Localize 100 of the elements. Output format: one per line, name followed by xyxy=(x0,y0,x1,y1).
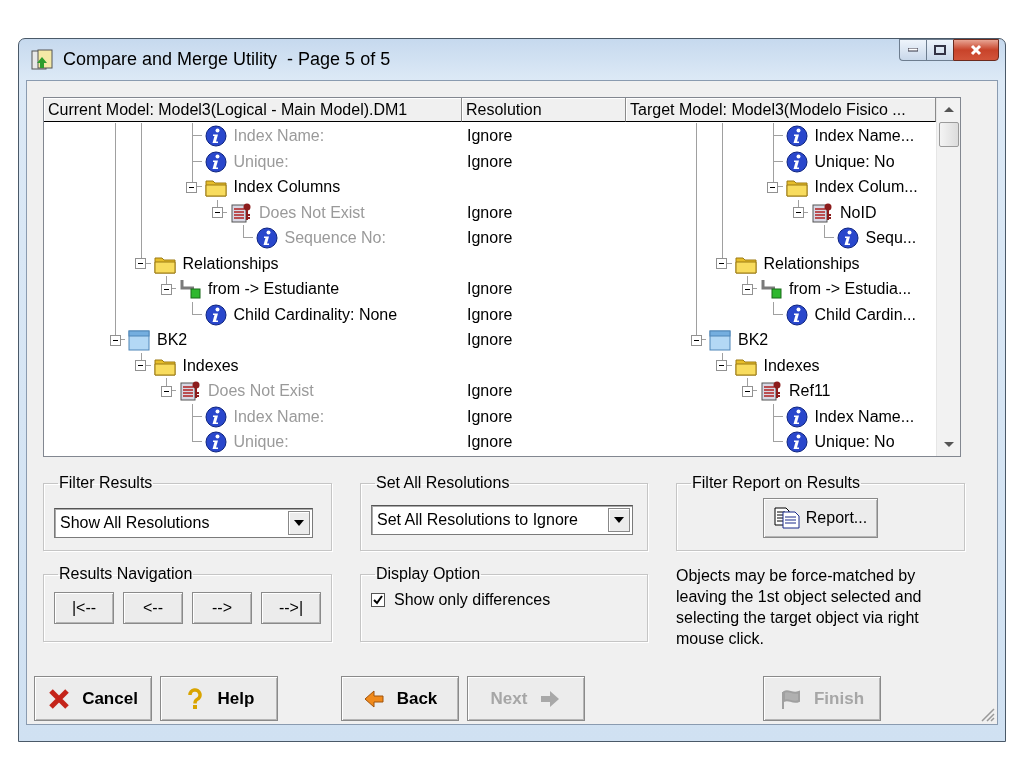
dropdown-arrow-icon xyxy=(294,520,304,526)
navigation-button[interactable]: |<-- xyxy=(54,592,114,624)
group-title: Set All Resolutions xyxy=(375,474,511,492)
collapse-toggle[interactable] xyxy=(792,207,804,218)
window-title: Compare and Merge Utility - Page 5 of 5 xyxy=(63,49,391,70)
collapse-toggle[interactable] xyxy=(211,207,223,218)
resolution-cell[interactable]: Ignore xyxy=(467,203,513,222)
left-arrow-icon xyxy=(362,687,385,710)
resolution-cell[interactable]: Ignore xyxy=(467,331,513,349)
collapse-toggle[interactable] xyxy=(767,181,778,193)
resolution-cell[interactable]: Ignore xyxy=(467,407,513,426)
group-title: Display Option xyxy=(375,565,482,583)
flag-icon xyxy=(779,687,802,710)
info-icon xyxy=(784,302,809,327)
report-button[interactable]: Report... xyxy=(762,498,879,538)
info-icon xyxy=(784,430,809,454)
maximize-button[interactable] xyxy=(926,39,953,61)
table-icon xyxy=(127,328,151,352)
info-icon xyxy=(254,226,279,250)
collapse-toggle[interactable] xyxy=(135,258,146,269)
relationship-icon xyxy=(759,277,783,301)
dropdown[interactable]: Set All Resolutions to Ignore xyxy=(371,505,633,535)
target-tree-item[interactable]: Relationships xyxy=(763,254,860,273)
table-icon xyxy=(708,328,732,352)
tree-item[interactable]: Index Columns xyxy=(233,178,341,196)
scroll-up-button[interactable] xyxy=(943,106,954,112)
index-icon xyxy=(759,379,783,403)
checkbox[interactable] xyxy=(371,593,385,607)
target-tree-item[interactable]: Index Colum... xyxy=(814,178,918,196)
tree-item[interactable]: from -> Estudiante xyxy=(208,280,340,298)
help-button[interactable]: Help xyxy=(160,676,278,721)
target-tree-item[interactable]: Unique: No xyxy=(814,433,895,451)
info-icon xyxy=(784,124,809,148)
current-model-column-header[interactable]: Current Model: Model3(Logical - Main Model).DM1 xyxy=(44,98,462,122)
resolution-cell[interactable]: Ignore xyxy=(467,280,513,298)
resolution-column-header[interactable]: Resolution xyxy=(462,98,626,122)
info-icon xyxy=(203,149,228,174)
info-icon xyxy=(784,149,809,174)
target-model-column-header[interactable]: Target Model: Model3(Modelo Fisico ... xyxy=(626,98,936,122)
scroll-down-button[interactable] xyxy=(943,442,954,448)
close-button[interactable] xyxy=(953,39,999,61)
resolution-cell[interactable]: Ignore xyxy=(467,433,513,451)
collapse-toggle[interactable] xyxy=(716,360,727,371)
tree-item[interactable]: BK2 xyxy=(157,331,188,349)
target-tree-item[interactable]: Child Cardin... xyxy=(814,305,916,324)
group-title: Results Navigation xyxy=(58,565,194,583)
close-icon xyxy=(970,44,982,56)
target-tree-item[interactable]: BK2 xyxy=(738,331,769,349)
index-icon xyxy=(178,379,202,403)
maximize-icon xyxy=(934,45,946,55)
cancel-button[interactable]: Cancel xyxy=(34,676,152,721)
target-tree-item[interactable]: Unique: No xyxy=(814,152,895,171)
group-title: Filter Results xyxy=(58,474,154,492)
resolution-cell[interactable]: Ignore xyxy=(467,229,513,247)
info-icon xyxy=(784,404,809,429)
resolution-cell[interactable]: Ignore xyxy=(467,127,513,145)
info-icon xyxy=(835,226,860,250)
resize-grip[interactable] xyxy=(979,706,995,722)
collapse-toggle[interactable] xyxy=(186,181,197,193)
info-icon xyxy=(203,404,228,429)
group-title: Filter Report on Results xyxy=(691,474,862,492)
resolution-cell[interactable]: Ignore xyxy=(467,152,513,171)
collapse-toggle[interactable] xyxy=(690,334,702,346)
navigation-button[interactable]: <-- xyxy=(123,592,183,624)
target-tree-item[interactable]: from -> Estudia... xyxy=(789,280,912,298)
info-icon xyxy=(203,302,228,327)
app-icon xyxy=(31,48,53,71)
navigation-button[interactable]: --> xyxy=(192,592,252,624)
resolution-cell[interactable]: Ignore xyxy=(467,382,513,400)
tree-item[interactable]: Indexes xyxy=(182,356,239,375)
dropdown-arrow-icon xyxy=(614,517,624,523)
tree-item[interactable]: Child Cardinality: None xyxy=(233,305,398,324)
collapse-toggle[interactable] xyxy=(160,283,172,295)
collapse-toggle[interactable] xyxy=(160,385,172,397)
navigation-button[interactable]: -->| xyxy=(261,592,321,624)
target-tree-item[interactable]: Sequ... xyxy=(865,229,917,247)
document-icon xyxy=(773,507,800,529)
back-button[interactable]: Back xyxy=(341,676,459,721)
info-icon xyxy=(203,124,228,148)
collapse-toggle[interactable] xyxy=(716,258,727,269)
target-tree-item[interactable]: NoID xyxy=(840,203,877,222)
collapse-toggle[interactable] xyxy=(109,334,121,346)
target-tree-item[interactable]: Index Name... xyxy=(814,127,915,145)
info-icon xyxy=(203,430,228,454)
minimize-button[interactable] xyxy=(899,39,926,61)
dropdown[interactable]: Show All Resolutions xyxy=(54,508,313,538)
scrollbar-thumb[interactable] xyxy=(938,122,959,147)
tree-item[interactable]: Relationships xyxy=(182,254,279,273)
collapse-toggle[interactable] xyxy=(741,385,753,397)
relationship-icon xyxy=(178,277,202,301)
target-tree-item[interactable]: Index Name... xyxy=(814,407,915,426)
x-icon xyxy=(48,687,71,710)
collapse-toggle[interactable] xyxy=(135,360,146,371)
target-tree-item[interactable]: Ref11 xyxy=(789,382,831,400)
checkmark-icon xyxy=(373,595,383,605)
target-tree-item[interactable]: Indexes xyxy=(763,356,820,375)
collapse-toggle[interactable] xyxy=(741,283,753,295)
checkbox-label[interactable]: Show only differences xyxy=(394,591,551,609)
resolution-cell[interactable]: Ignore xyxy=(467,305,513,324)
hint-text: Objects may be force-matched by leaving the 1st object selected and selecting the target object via right mouse click. xyxy=(676,566,923,649)
